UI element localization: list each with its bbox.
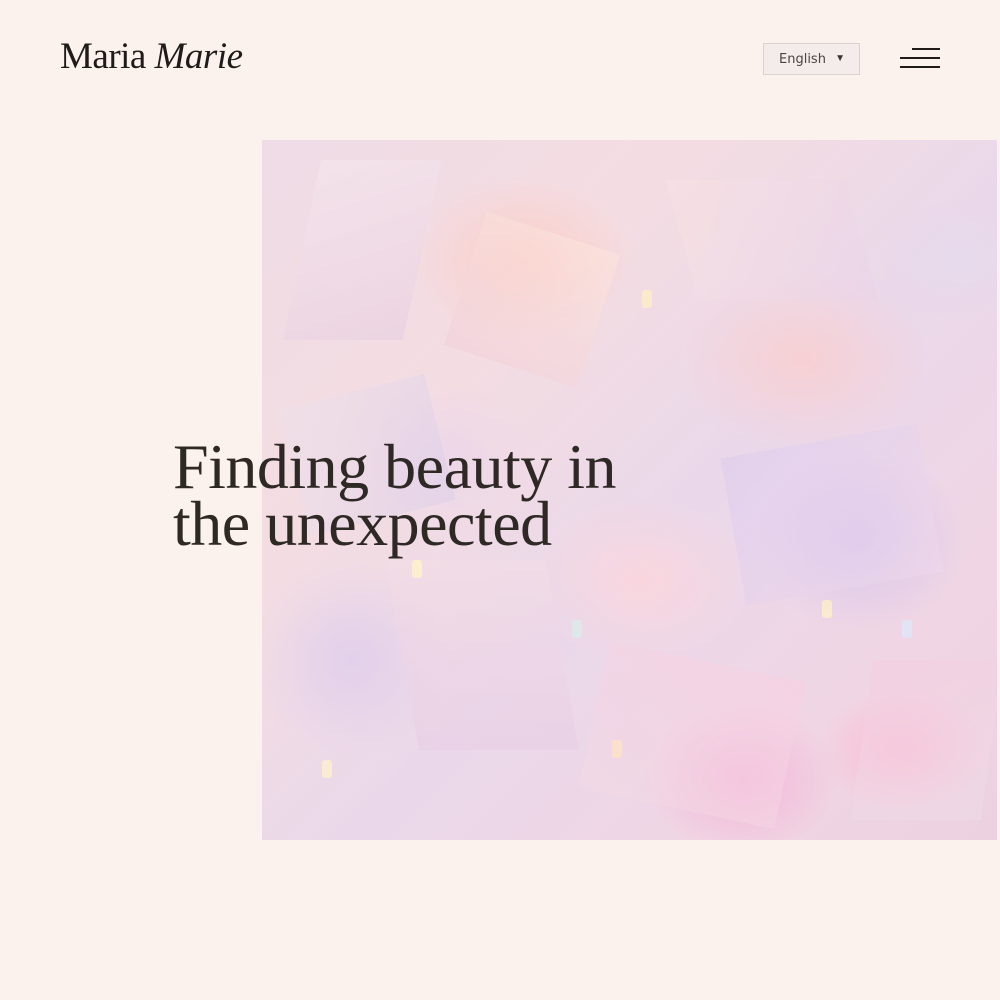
crystal-sparkle [902, 620, 912, 638]
language-select[interactable]: English ▼ [763, 43, 860, 75]
hero-headline-line-1: Finding beauty in [173, 431, 617, 502]
crystal-facet [578, 640, 806, 830]
menu-bar-bottom [900, 66, 940, 68]
site-logo[interactable]: Maria Marie [60, 36, 243, 78]
logo-name-regular: Maria [60, 36, 146, 77]
language-select-value: English [779, 51, 826, 67]
chevron-down-icon: ▼ [835, 53, 845, 64]
crystal-sparkle [322, 760, 332, 778]
crystal-facet [385, 560, 579, 750]
menu-bar-top [912, 48, 940, 50]
crystal-facet [443, 211, 621, 389]
crystal-sparkle [572, 620, 582, 638]
hamburger-menu-button[interactable] [900, 46, 940, 72]
menu-bar-middle [900, 57, 940, 59]
crystal-facet [720, 423, 944, 607]
crystal-sparkle [412, 560, 422, 578]
crystal-sparkle [612, 740, 622, 758]
hero-headline-line-2: the unexpected [173, 488, 552, 559]
crystal-sparkle [822, 600, 832, 618]
logo-name-italic: Marie [154, 36, 243, 77]
crystal-sparkle [642, 290, 652, 308]
crystal-facet [282, 160, 442, 340]
hero-headline: Finding beauty in the unexpected [173, 431, 693, 559]
crystal-facet [665, 180, 879, 300]
crystal-facet [850, 660, 997, 820]
